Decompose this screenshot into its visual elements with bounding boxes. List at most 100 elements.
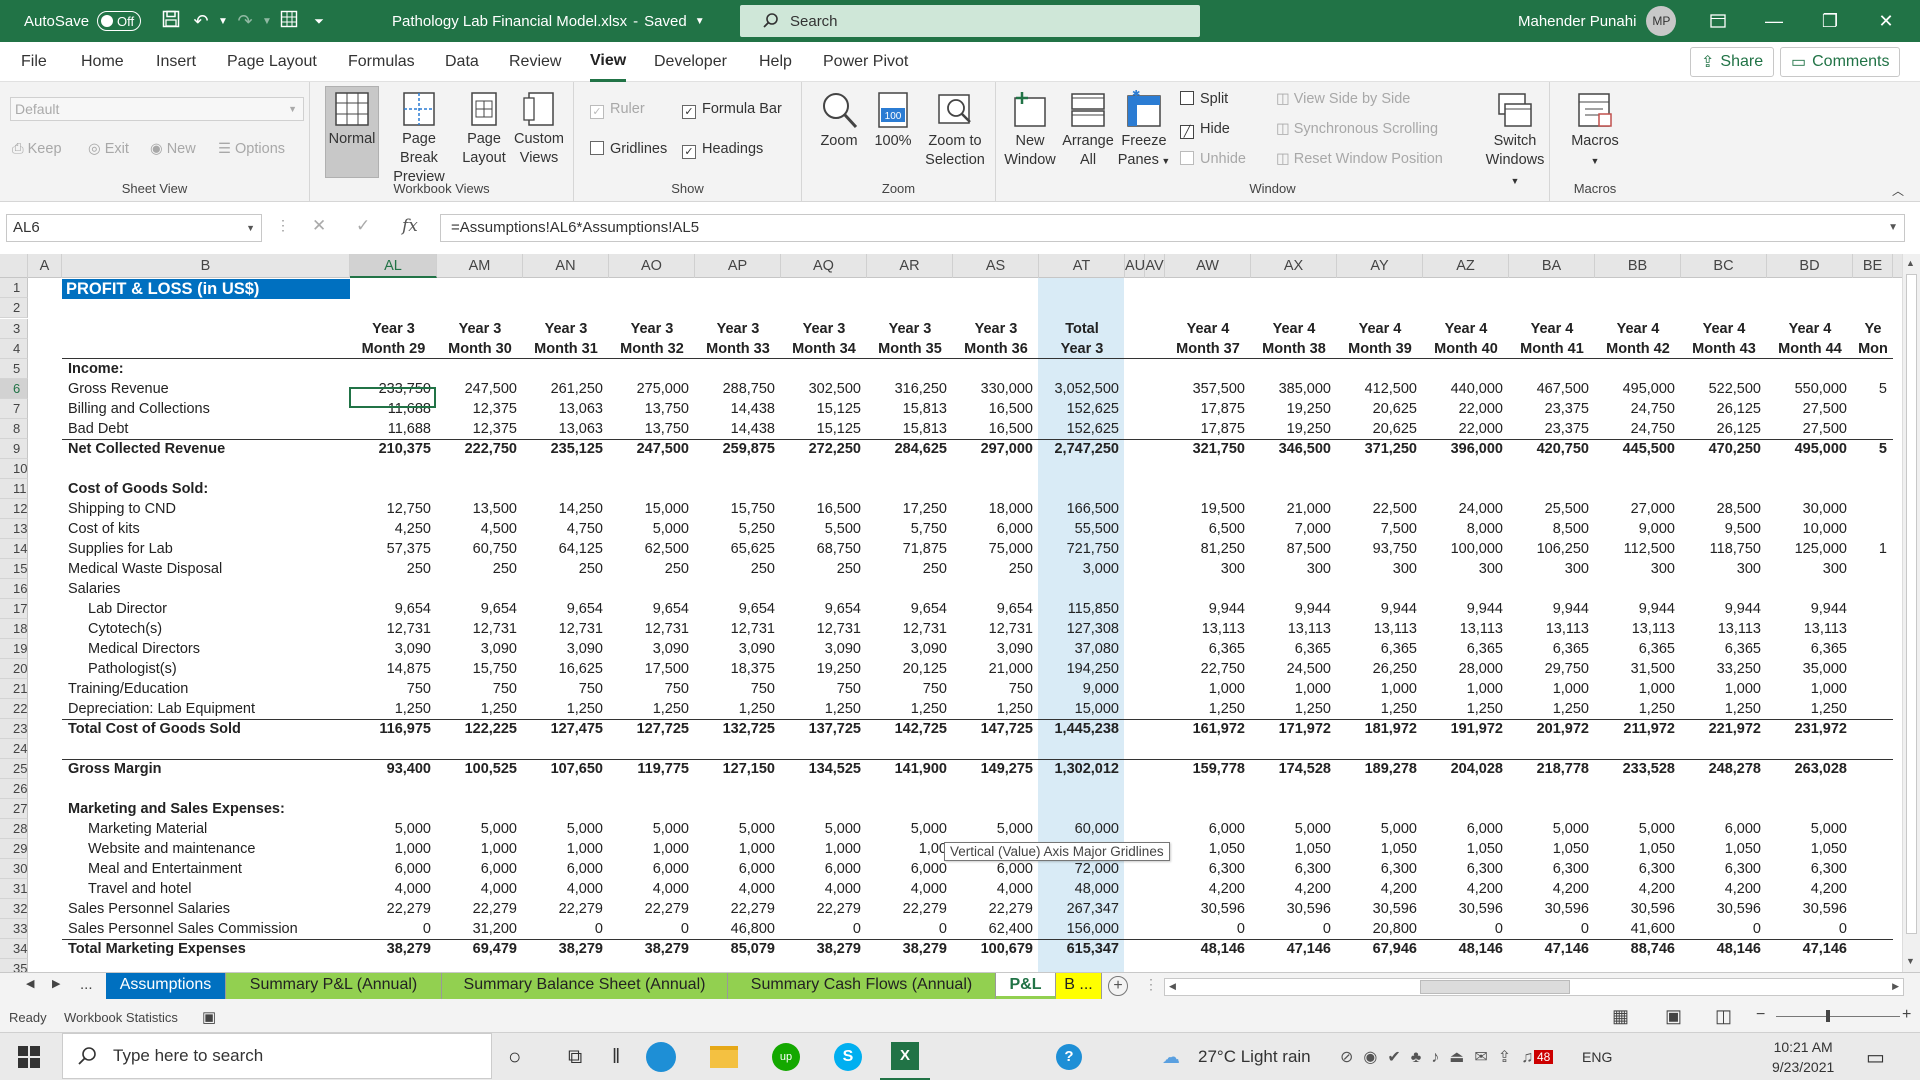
options-button[interactable]: ☰ Options xyxy=(218,140,285,159)
table-cell[interactable]: 65,625 xyxy=(695,539,781,559)
table-cell[interactable]: 1,050 xyxy=(1337,839,1423,859)
table-cell[interactable]: 19,250 xyxy=(1251,419,1337,439)
table-cell[interactable]: 67,946 xyxy=(1337,939,1423,959)
table-cell[interactable]: 1,000 xyxy=(1165,679,1251,699)
table-cell[interactable]: 100,525 xyxy=(437,759,523,779)
tab-scroll-left-icon[interactable]: ◀ xyxy=(26,977,34,990)
row-label[interactable]: Travel and hotel xyxy=(82,879,370,899)
row-header[interactable]: 28 xyxy=(0,819,28,839)
freeze-panes-button[interactable]: ✱ Freeze Panes ▼ xyxy=(1116,90,1172,171)
table-cell[interactable]: 13,750 xyxy=(609,399,695,419)
column-header-av[interactable]: AV xyxy=(1145,254,1165,278)
table-cell[interactable]: 3,090 xyxy=(350,639,437,659)
table-cell[interactable]: 5,750 xyxy=(867,519,953,539)
table-cell[interactable]: 6,500 xyxy=(1165,519,1251,539)
row-header[interactable]: 17 xyxy=(0,599,28,619)
table-cell[interactable]: 1,250 xyxy=(1509,699,1595,719)
table-cell[interactable]: 16,500 xyxy=(953,419,1039,439)
table-cell[interactable]: 9,654 xyxy=(867,599,953,619)
column-header-bd[interactable]: BD xyxy=(1767,254,1853,278)
table-cell[interactable]: 4,500 xyxy=(437,519,523,539)
table-cell[interactable]: 0 xyxy=(781,919,867,939)
insert-function-icon[interactable]: fx xyxy=(402,216,418,236)
table-cell[interactable]: 8,500 xyxy=(1509,519,1595,539)
table-cell[interactable]: 330,000 xyxy=(953,379,1039,399)
table-cell[interactable]: 4,200 xyxy=(1767,879,1853,899)
table-cell[interactable]: 15,813 xyxy=(867,399,953,419)
table-cell[interactable]: 0 xyxy=(1681,919,1767,939)
column-header-am[interactable]: AM xyxy=(437,254,523,278)
row-header[interactable]: 29 xyxy=(0,839,28,859)
table-cell[interactable]: 1,050 xyxy=(1251,839,1337,859)
table-cell[interactable]: 0 xyxy=(350,919,437,939)
table-cell[interactable]: 495,000 xyxy=(1767,439,1853,459)
table-cell[interactable] xyxy=(1853,699,1893,719)
table-cell[interactable]: 38,279 xyxy=(350,939,437,959)
table-cell[interactable]: 17,875 xyxy=(1165,419,1251,439)
tab-review[interactable]: Review xyxy=(509,42,561,82)
autosave[interactable]: AutoSave Off xyxy=(24,0,142,42)
tab-summary-balance-sheet[interactable]: Summary Balance Sheet (Annual) xyxy=(442,973,728,999)
table-cell[interactable]: 152,625 xyxy=(1039,419,1125,439)
comments-button[interactable]: ▭ Comments xyxy=(1780,47,1901,77)
table-cell[interactable]: 30,596 xyxy=(1509,899,1595,919)
table-cell[interactable]: 41,600 xyxy=(1595,919,1681,939)
table-cell[interactable]: 6,000 xyxy=(437,859,523,879)
table-cell[interactable]: 12,731 xyxy=(523,619,609,639)
table-cell[interactable]: 5,250 xyxy=(695,519,781,539)
table-cell[interactable]: 174,528 xyxy=(1251,759,1337,779)
table-cell[interactable]: 267,347 xyxy=(1039,899,1125,919)
row-label[interactable]: Bad Debt xyxy=(62,419,350,439)
column-header-be[interactable]: BE xyxy=(1853,254,1893,278)
table-cell[interactable]: 9,944 xyxy=(1681,599,1767,619)
table-cell[interactable]: 13,113 xyxy=(1251,619,1337,639)
column-header-ba[interactable]: BA xyxy=(1509,254,1595,278)
table-cell[interactable]: 75,000 xyxy=(953,539,1039,559)
table-cell[interactable]: 132,725 xyxy=(695,719,781,739)
table-cell[interactable]: 6,365 xyxy=(1251,639,1337,659)
table-cell[interactable]: 9,944 xyxy=(1337,599,1423,619)
collapse-ribbon-icon[interactable]: ︿ xyxy=(1892,182,1904,199)
row-label[interactable]: Cost of Goods Sold: xyxy=(62,479,350,499)
table-cell[interactable]: 5 xyxy=(1853,439,1893,459)
table-cell[interactable]: 15,125 xyxy=(781,419,867,439)
row-header[interactable]: 31 xyxy=(0,879,28,899)
table-cell[interactable]: 22,279 xyxy=(437,899,523,919)
table-cell[interactable]: 5,000 xyxy=(953,819,1039,839)
tab-pl[interactable]: P&L xyxy=(996,973,1056,999)
table-cell[interactable]: 4,250 xyxy=(350,519,437,539)
table-cell[interactable]: 13,113 xyxy=(1509,619,1595,639)
add-sheet-icon[interactable]: + xyxy=(1108,976,1128,996)
row-label[interactable]: Training/Education xyxy=(62,679,350,699)
table-cell[interactable]: 9,944 xyxy=(1767,599,1853,619)
formula-bar-checkbox[interactable]: ✓ Formula Bar xyxy=(682,100,782,119)
table-cell[interactable]: 13,113 xyxy=(1165,619,1251,639)
arrange-all-button[interactable]: Arrange All xyxy=(1060,90,1116,170)
column-header-a[interactable]: A xyxy=(28,254,62,278)
table-cell[interactable]: 4,000 xyxy=(609,879,695,899)
table-cell[interactable]: 30,596 xyxy=(1681,899,1767,919)
table-cell[interactable]: 6,365 xyxy=(1767,639,1853,659)
table-cell[interactable]: 7,500 xyxy=(1337,519,1423,539)
table-cell[interactable]: 30,596 xyxy=(1595,899,1681,919)
table-cell[interactable]: 300 xyxy=(1767,559,1853,579)
table-cell[interactable]: 72,000 xyxy=(1039,859,1125,879)
table-cell[interactable]: 71,875 xyxy=(867,539,953,559)
unhide-button[interactable]: Unhide xyxy=(1180,150,1246,169)
table-cell[interactable] xyxy=(1853,599,1893,619)
table-cell[interactable]: 17,500 xyxy=(609,659,695,679)
row-label[interactable]: Lab Director xyxy=(82,599,370,619)
zoom-slider[interactable] xyxy=(1776,1016,1900,1017)
table-cell[interactable]: 1,000 xyxy=(350,839,437,859)
row-header[interactable]: 25 xyxy=(0,759,28,779)
table-cell[interactable]: 22,750 xyxy=(1165,659,1251,679)
ribbon-display-icon[interactable] xyxy=(1690,0,1746,42)
table-cell[interactable]: 467,500 xyxy=(1509,379,1595,399)
notifications-icon[interactable]: ▭ xyxy=(1866,1033,1885,1080)
clock[interactable]: 10:21 AM 9/23/2021 xyxy=(1772,1033,1834,1080)
table-cell[interactable]: 6,300 xyxy=(1767,859,1853,879)
table-cell[interactable]: 13,113 xyxy=(1595,619,1681,639)
system-tray-icons[interactable]: ⊘◉✔♣♪⏏✉⇪♫ xyxy=(1340,1033,1543,1080)
table-cell[interactable]: 6,365 xyxy=(1681,639,1767,659)
table-cell[interactable]: 15,750 xyxy=(437,659,523,679)
